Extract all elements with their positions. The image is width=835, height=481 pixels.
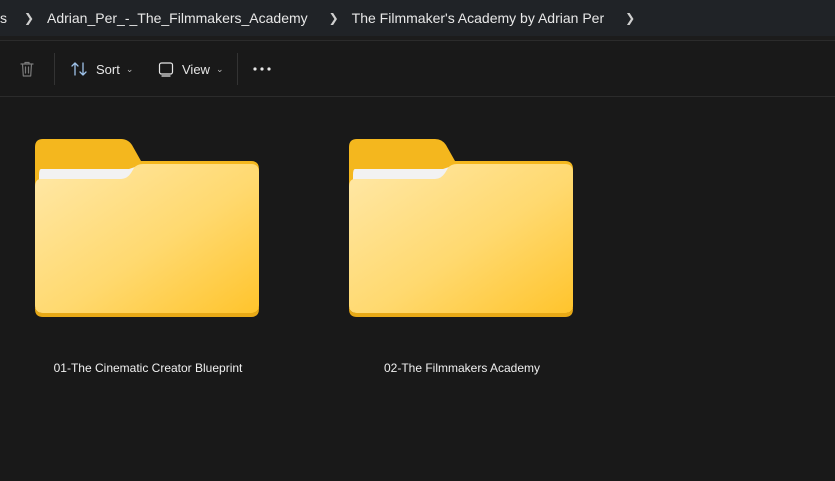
- breadcrumb-item-current[interactable]: The Filmmaker's Academy by Adrian Per: [349, 10, 607, 26]
- view-button[interactable]: View ⌄: [158, 55, 224, 83]
- toolbar-divider: [237, 53, 238, 85]
- folder-icon: [349, 139, 573, 317]
- trash-icon: [20, 61, 34, 77]
- command-bar: Sort ⌄ View ⌄: [0, 41, 835, 97]
- chevron-down-icon: ⌄: [215, 63, 224, 74]
- sort-label: Sort: [96, 61, 120, 77]
- breadcrumb-item-parent[interactable]: s: [0, 10, 10, 26]
- sort-button[interactable]: Sort ⌄: [70, 55, 133, 83]
- view-label: View: [182, 61, 210, 77]
- sort-arrows-icon: [71, 62, 87, 76]
- folder-name: 02-The Filmmakers Academy: [383, 361, 541, 375]
- more-horizontal-icon: [253, 67, 271, 71]
- delete-button[interactable]: [18, 55, 36, 83]
- folder-icon: [35, 139, 259, 317]
- folder-item[interactable]: 01-The Cinematic Creator Blueprint: [0, 97, 259, 375]
- breadcrumb: s ❯ Adrian_Per_-_The_Filmmakers_Academy …: [0, 0, 835, 36]
- chevron-down-icon: ⌄: [125, 63, 134, 74]
- chevron-right-icon[interactable]: ❯: [323, 11, 345, 25]
- chevron-right-icon[interactable]: ❯: [619, 11, 641, 25]
- address-bar: s ❯ Adrian_Per_-_The_Filmmakers_Academy …: [0, 0, 835, 41]
- folder-name: 01-The Cinematic Creator Blueprint: [53, 361, 243, 375]
- view-layout-icon: [158, 62, 174, 77]
- toolbar-divider: [54, 53, 55, 85]
- more-options-button[interactable]: [252, 55, 272, 83]
- breadcrumb-item-course[interactable]: Adrian_Per_-_The_Filmmakers_Academy: [44, 10, 311, 26]
- file-list-view: 01-The Cinematic Creator Blueprint 02-Th…: [0, 97, 835, 481]
- chevron-right-icon[interactable]: ❯: [18, 11, 40, 25]
- folder-item[interactable]: 02-The Filmmakers Academy: [314, 97, 573, 375]
